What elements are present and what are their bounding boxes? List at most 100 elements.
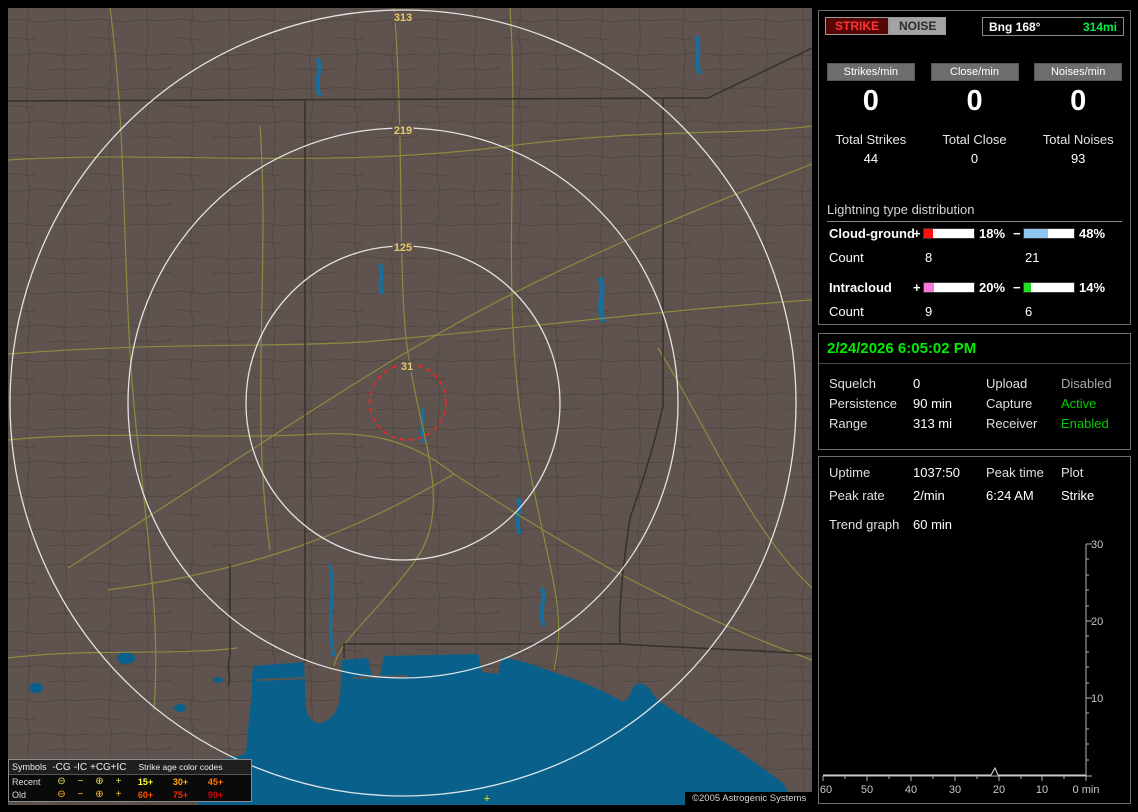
trend-graph-window: 60 min: [913, 517, 953, 532]
count-label: Count: [829, 250, 864, 265]
bearing-readout: Bng 168° 314mi: [982, 17, 1124, 36]
trend-graph-label: Trend graph: [829, 517, 900, 532]
capture-status: Active: [1061, 396, 1097, 411]
total-noises-value: 93: [1070, 151, 1086, 166]
legend-col-neg-ic: -IC: [73, 761, 88, 773]
noise-mode-button[interactable]: NOISE: [889, 17, 947, 35]
x-tick-60: 60: [820, 784, 832, 796]
status-panel: 2/24/2026 6:05:02 PM Squelch 0 Upload Di…: [818, 333, 1131, 450]
y-tick-30: 30: [1091, 539, 1103, 551]
noises-per-min-value: 0: [1070, 85, 1087, 117]
plus-sign: +: [913, 280, 921, 295]
plot-label: Plot: [1061, 465, 1084, 480]
totals-labels-row: Total Strikes Total Close Total Noises: [819, 132, 1130, 147]
range-value: 313 mi: [913, 416, 953, 431]
legend-recent-label: Recent: [12, 776, 41, 787]
plus-sign: +: [913, 226, 921, 241]
pos-ic-old-icon: +: [115, 789, 122, 800]
trend-axes: [822, 543, 1092, 781]
uptime-value: 1037:50: [913, 465, 960, 480]
peak-rate-label: Peak rate: [829, 488, 885, 503]
capture-label: Capture: [986, 396, 1033, 411]
ring-label-125: 125: [394, 242, 412, 254]
noises-per-min-chip: Noises/min: [1034, 63, 1123, 81]
map-canvas: 313 219 125 31 +: [8, 8, 812, 805]
cloud-ground-row: Cloud-ground + 18% − 48%: [819, 226, 1130, 242]
divider: [819, 363, 1130, 364]
y-tick-10: 10: [1091, 693, 1103, 705]
ring-label-313: 313: [394, 12, 412, 24]
ring-label-31: 31: [401, 361, 413, 373]
cg-negative-pct: 48%: [1079, 226, 1106, 241]
cg-negative-count: 21: [1025, 250, 1040, 265]
legend-col-pos-ic: +IC: [110, 761, 127, 773]
x-tick-40: 40: [905, 784, 917, 796]
cloud-ground-label: Cloud-ground: [829, 226, 915, 241]
ring-label-219: 219: [394, 125, 412, 137]
trend-graph-row: Trend graph 60 min: [819, 517, 1130, 534]
rate-chips-row: Strikes/min Close/min Noises/min: [819, 63, 1130, 81]
legend-row-recent: Recent ⊖ − ⊕ + 15+ 30+ 45+: [9, 775, 251, 788]
neg-cg-recent-icon: ⊖: [57, 776, 66, 787]
legend-age-header: Strike age color codes: [138, 762, 223, 772]
ic-positive-pct: 20%: [979, 280, 1006, 295]
receiver-status: Enabled: [1061, 416, 1109, 431]
strikes-per-min-chip: Strikes/min: [826, 63, 915, 81]
x-tick-0: 0 min: [1073, 784, 1100, 796]
cg-positive-count: 8: [925, 250, 933, 265]
peak-time-value: 6:24 AM: [986, 488, 1034, 503]
datetime-display: 2/24/2026 6:05:02 PM: [827, 340, 977, 357]
intracloud-label: Intracloud: [829, 280, 892, 295]
persistence-value: 90 min: [913, 396, 953, 411]
strikes-per-min-value: 0: [862, 85, 879, 117]
x-tick-50: 50: [861, 784, 873, 796]
cg-positive-bar: [923, 228, 975, 239]
rate-values-row: 0 0 0: [819, 85, 1130, 118]
ic-negative-pct: 14%: [1079, 280, 1106, 295]
neg-cg-old-icon: ⊖: [57, 789, 66, 800]
strike-symbol: +: [484, 793, 490, 805]
close-per-min-chip: Close/min: [930, 63, 1019, 81]
x-tick-10: 10: [1036, 784, 1048, 796]
pos-cg-old-icon: ⊕: [95, 789, 104, 800]
range-label: Range: [829, 416, 868, 431]
status-row: Persistence 90 min Capture Active: [819, 396, 1130, 413]
trend-panel: Uptime 1037:50 Peak time Plot Peak rate …: [818, 456, 1131, 804]
bearing-label: Bng 168°: [989, 19, 1041, 34]
minus-sign: −: [1013, 280, 1021, 295]
minus-sign: −: [1013, 226, 1021, 241]
total-close-label: Total Close: [942, 132, 1007, 147]
peak-time-label: Peak time: [986, 465, 1044, 480]
trend-series: [823, 766, 1086, 776]
y-tick-20: 20: [1091, 616, 1103, 628]
copyright-notice: ©2005 Astrogenic Systems: [685, 792, 814, 805]
legend-header: Symbols -CG -IC +CG +IC Strike age color…: [9, 760, 251, 775]
strike-stats-panel: STRIKE NOISE Bng 168° 314mi Strikes/min …: [818, 10, 1131, 325]
map-view[interactable]: 313 219 125 31 + Symbols -CG -IC +CG +IC…: [8, 8, 814, 805]
plot-type-value: Strike: [1061, 488, 1095, 503]
bearing-distance: 314mi: [1082, 19, 1117, 34]
age-30: 30+: [172, 776, 189, 787]
distribution-title: Lightning type distribution: [827, 202, 1122, 222]
upload-status: Disabled: [1061, 376, 1112, 391]
ic-negative-count: 6: [1025, 304, 1033, 319]
x-tick-20: 20: [993, 784, 1005, 796]
ic-positive-count: 9: [925, 304, 933, 319]
status-row: Range 313 mi Receiver Enabled: [819, 416, 1130, 433]
age-75: 75+: [172, 789, 189, 800]
legend-row-old: Old ⊖ − ⊕ + 60+ 75+ 90+: [9, 788, 251, 801]
intracloud-count-row: Count 9 6: [819, 304, 1130, 320]
squelch-value: 0: [913, 376, 921, 391]
neg-ic-recent-icon: −: [77, 776, 84, 787]
cg-negative-bar: [1023, 228, 1075, 239]
neg-ic-old-icon: −: [77, 789, 84, 800]
strike-mode-button[interactable]: STRIKE: [825, 17, 890, 35]
count-label: Count: [829, 304, 864, 319]
ic-negative-bar: [1023, 282, 1075, 293]
x-tick-30: 30: [949, 784, 961, 796]
cg-positive-pct: 18%: [979, 226, 1006, 241]
persistence-label: Persistence: [829, 396, 897, 411]
age-45: 45+: [207, 776, 224, 787]
squelch-label: Squelch: [829, 376, 876, 391]
age-60: 60+: [137, 789, 154, 800]
